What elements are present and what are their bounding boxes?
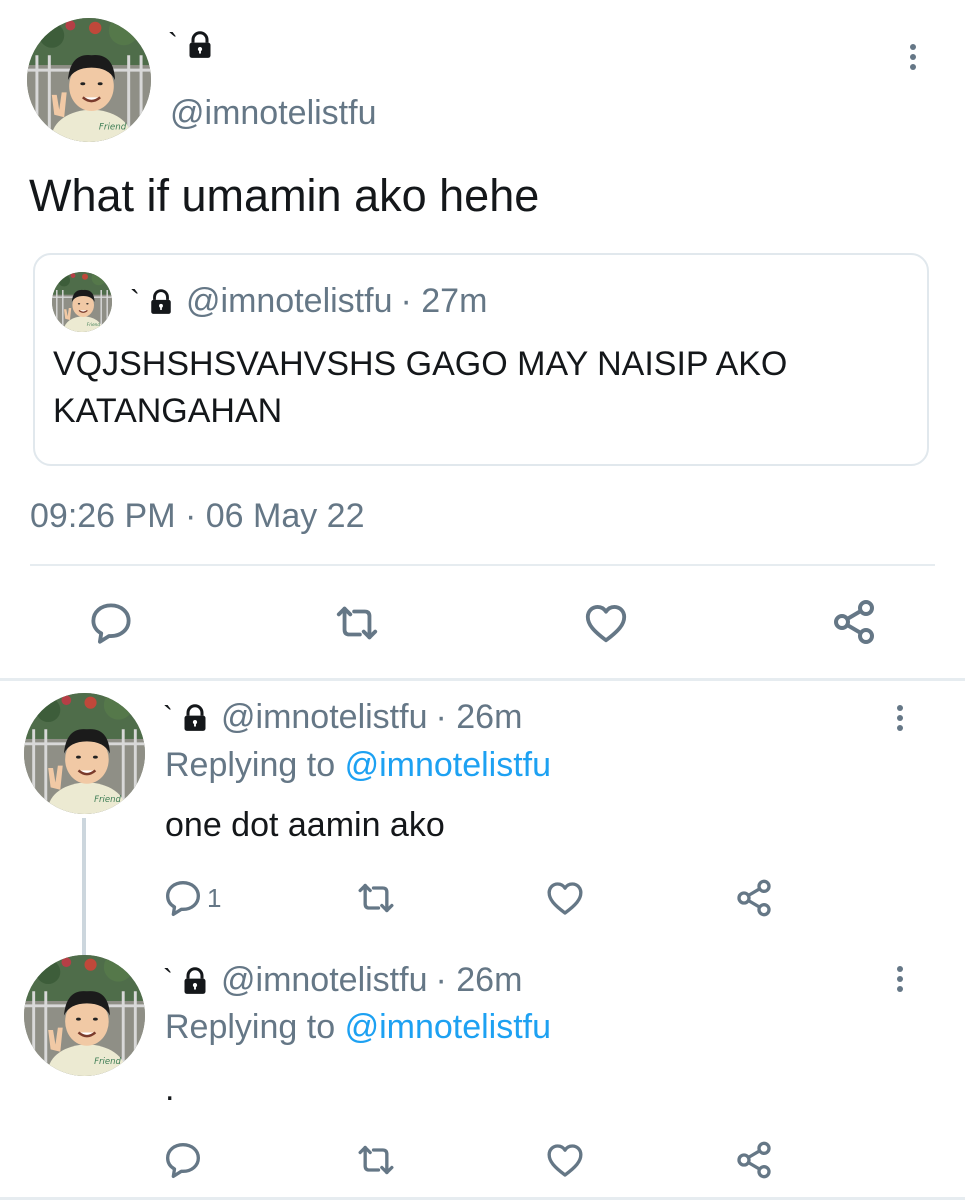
more-vertical-icon[interactable] [907,44,919,70]
quoted-author-row: ` @imnotelistfu · 27m [130,282,487,321]
author-handle[interactable]: @imnotelistfu [170,94,376,133]
lock-icon [181,703,209,733]
author-handle: @imnotelistfu [221,961,428,999]
quoted-text-line-2: KATANGAHAN [53,392,283,430]
reply-count: 1 [207,882,222,913]
retweet-icon [354,1140,398,1180]
reply-bubble-icon [163,878,203,918]
reply-button[interactable] [88,600,134,646]
retweet-button[interactable] [354,878,398,918]
quoted-time: · 27m [400,282,488,320]
quoted-handle: @imnotelistfu [186,282,393,320]
more-vertical-icon[interactable] [894,705,906,731]
reply-bubble-icon [163,1140,203,1180]
avatar[interactable] [24,955,145,1076]
tweet-text: . [165,1070,175,1108]
display-name: ` [168,28,178,61]
replying-to-link[interactable]: @imnotelistfu [345,746,551,784]
heart-icon [544,878,586,918]
lock-icon [186,30,214,60]
share-icon [734,877,774,919]
more-vertical-icon[interactable] [894,966,906,992]
replying-to-label: Replying to [165,1008,336,1046]
author-name-row[interactable]: ` [168,30,214,60]
retweet-button[interactable] [332,600,382,646]
thread-line [82,818,86,958]
share-icon [830,598,878,646]
retweet-icon [332,600,382,646]
reply-bubble-icon [88,600,134,646]
lock-icon [148,288,174,316]
quoted-avatar [52,272,112,332]
replying-to-link[interactable]: @imnotelistfu [345,1008,551,1046]
divider [30,564,935,566]
replying-to-line: Replying to @imnotelistfu [165,746,551,785]
share-icon [734,1139,774,1181]
like-button[interactable] [582,600,630,646]
author-handle: @imnotelistfu [221,698,428,736]
quoted-display-name: ` [130,284,140,318]
avatar[interactable] [24,693,145,814]
quoted-text-line-1: VQJSHSHSVAHVSHS GAGO MAY NAISIP AKO [53,345,788,383]
tweet-text: What if umamin ako hehe [29,170,540,221]
reply-button[interactable] [163,1140,203,1180]
share-button[interactable] [830,598,878,646]
share-button[interactable] [734,1139,774,1181]
share-button[interactable] [734,877,774,919]
author-name-row[interactable]: ` @imnotelistfu · 26m [163,698,522,737]
retweet-button[interactable] [354,1140,398,1180]
display-name: ` [163,700,173,734]
like-button[interactable] [544,1140,586,1180]
tweet-time: · 26m [435,961,523,999]
avatar[interactable] [27,18,151,142]
section-divider [0,678,965,681]
tweet-time: · 26m [435,698,523,736]
tweet-text: one dot aamin ako [165,806,445,844]
lock-icon [181,966,209,996]
heart-icon [544,1140,586,1180]
like-button[interactable] [544,878,586,918]
display-name: ` [163,963,173,997]
retweet-icon [354,878,398,918]
replying-to-label: Replying to [165,746,336,784]
replying-to-line: Replying to @imnotelistfu [165,1008,551,1047]
tweet-timestamp: 09:26 PM · 06 May 22 [30,497,365,535]
heart-icon [582,600,630,646]
reply-button[interactable]: 1 [163,878,221,918]
author-name-row[interactable]: ` @imnotelistfu · 26m [163,961,522,1000]
